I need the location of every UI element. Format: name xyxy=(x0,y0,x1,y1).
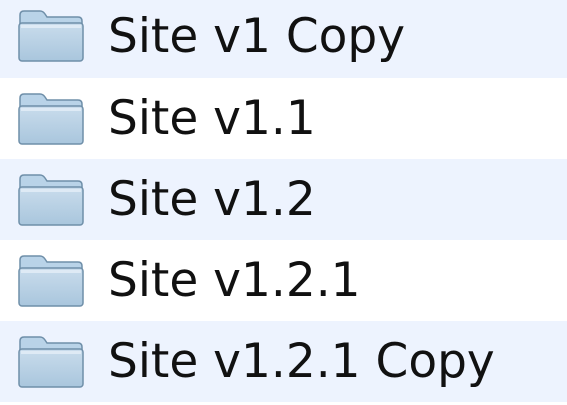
file-name: Site v1.2.1 Copy xyxy=(108,334,495,389)
folder-icon xyxy=(16,7,86,65)
file-name: Site v1.2.1 xyxy=(108,253,361,308)
list-item[interactable]: Site v1.1 xyxy=(0,78,567,159)
folder-icon xyxy=(16,333,86,391)
folder-icon xyxy=(16,252,86,310)
file-name: Site v1 Copy xyxy=(108,8,406,64)
folder-icon xyxy=(16,171,86,229)
file-name: Site v1.1 xyxy=(108,91,316,146)
file-name: Site v1.2 xyxy=(108,172,316,227)
folder-icon xyxy=(16,90,86,148)
list-item[interactable]: Site v1.2.1 Copy xyxy=(0,321,567,402)
file-list: Site v1 Copy Site v1.1 Site v1.2 Site v1… xyxy=(0,0,567,405)
list-item[interactable]: Site v1.2.1 xyxy=(0,240,567,321)
list-item[interactable]: Site v1.2 xyxy=(0,159,567,240)
list-item[interactable]: Site v1 Copy xyxy=(0,0,567,78)
